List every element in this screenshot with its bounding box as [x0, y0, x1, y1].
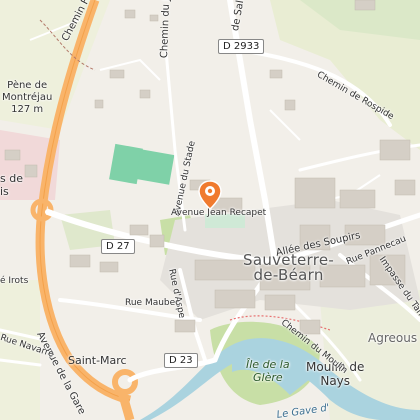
- place-label-agreous: Agreous: [368, 331, 418, 345]
- place-label-left-edge: s de is: [0, 172, 23, 198]
- road-label-avenue-jean-recapet: Avenue Jean Recapet: [171, 208, 267, 218]
- place-label-sauveterre: Sauveterre- de-Béarn: [243, 251, 335, 284]
- place-label-saint-marc: Saint-Marc: [68, 354, 127, 367]
- road-badge-d27: D 27: [101, 239, 135, 254]
- map-pin-icon[interactable]: [198, 180, 222, 210]
- road-label-rue-maubec: Rue Maubec: [125, 298, 181, 308]
- map-canvas[interactable]: D 2933 D 27 D 23 Sauveterre- de-Béarn Mo…: [0, 0, 420, 420]
- road-badge-d2933: D 2933: [218, 39, 265, 54]
- place-label-pene-de-montrejau: Pène de Montréjau 127 m: [2, 80, 53, 115]
- place-label-ile-de-la-glere: Île de la Glère: [246, 358, 290, 384]
- sports-field: [109, 143, 175, 185]
- road-badge-d23: D 23: [164, 353, 198, 368]
- road-label-irots: é Irots: [0, 276, 29, 286]
